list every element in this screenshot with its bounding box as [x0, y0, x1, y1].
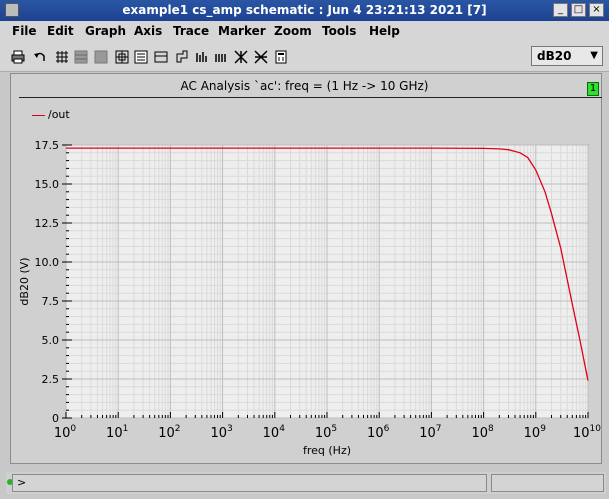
- x-tick-label: 1010: [573, 424, 601, 441]
- x-tick-exponent: 5: [331, 424, 337, 434]
- x-tick-label: 107: [419, 424, 441, 441]
- x-tick-label: 100: [54, 424, 77, 441]
- x-tick-label: 108: [471, 424, 494, 441]
- y-tick-label: 5.0: [42, 334, 60, 347]
- y-axis-label: dB20 (V): [18, 257, 31, 305]
- x-tick-exponent: 4: [279, 424, 285, 434]
- y-tick-label: 2.5: [42, 373, 60, 386]
- x-tick-label: 101: [106, 424, 128, 441]
- command-prompt: >: [17, 476, 27, 489]
- x-tick-exponent: 9: [540, 424, 546, 434]
- x-tick-exponent: 3: [227, 424, 233, 434]
- y-tick-label: 15.0: [35, 178, 60, 191]
- y-tick-label: 17.5: [35, 139, 60, 152]
- y-tick-label: 10.0: [35, 256, 60, 269]
- x-tick-exponent: 1: [123, 424, 129, 434]
- y-tick-label: 0: [52, 412, 59, 425]
- x-tick-exponent: 10: [590, 424, 602, 434]
- x-tick-exponent: 2: [175, 424, 181, 434]
- ac-analysis-plot[interactable]: 100 101 102 103 104 105 106 107 108 109 101002.55.…: [0, 0, 609, 499]
- y-tick-label: 7.5: [42, 295, 60, 308]
- command-input[interactable]: >: [12, 474, 487, 492]
- status-field: [491, 474, 604, 492]
- x-tick-label: 105: [315, 424, 337, 441]
- x-tick-exponent: 0: [70, 424, 76, 434]
- x-tick-label: 104: [263, 424, 286, 441]
- x-tick-label: 109: [524, 424, 547, 441]
- y-tick-label: 12.5: [35, 217, 60, 230]
- x-tick-exponent: 6: [384, 424, 390, 434]
- x-tick-label: 103: [210, 424, 232, 441]
- x-tick-label: 102: [158, 424, 180, 441]
- x-tick-exponent: 8: [488, 424, 494, 434]
- x-tick-exponent: 7: [436, 424, 442, 434]
- x-tick-label: 106: [367, 424, 390, 441]
- x-axis-label: freq (Hz): [303, 444, 351, 457]
